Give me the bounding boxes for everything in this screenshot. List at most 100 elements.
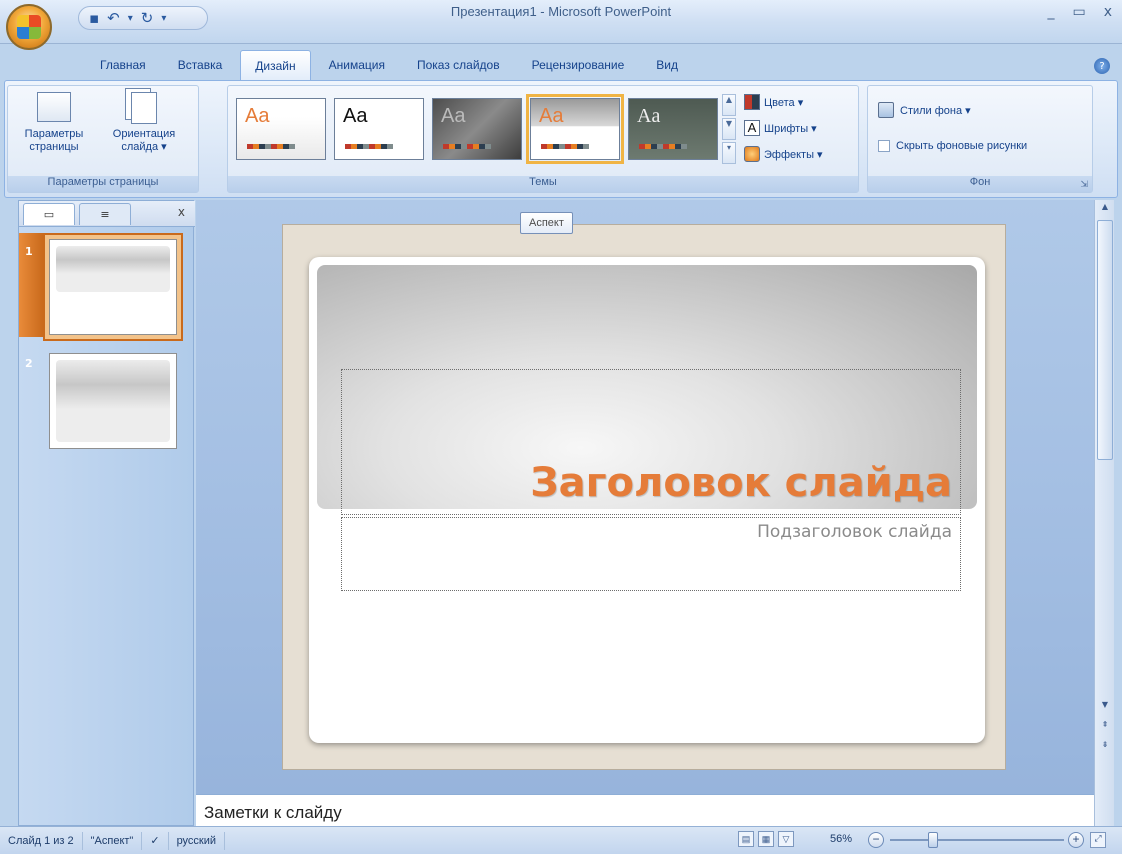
notes-pane[interactable]: Заметки к слайду [196,794,1094,826]
background-styles-label: Стили фона ▾ [900,104,971,117]
close-pane-icon[interactable]: x [178,205,185,219]
theme-colors-strip [639,144,687,149]
theme-name: "Аспект" [83,831,143,850]
tab-view[interactable]: Вид [642,50,692,80]
hide-bg-graphics-label: Скрыть фоновые рисунки [896,140,1028,152]
theme-aa: Aa [245,105,270,127]
minimize-button[interactable]: _ [1047,4,1054,20]
colors-button[interactable]: Цвета ▾ [744,92,803,112]
slide-thumbnail-1[interactable] [49,239,177,335]
title-placeholder[interactable]: Заголовок слайда [341,369,961,515]
scroll-up-icon[interactable]: ▲ [1097,202,1113,216]
theme-tooltip: Аспект [520,212,573,234]
fit-to-window-icon[interactable]: ⤢ [1090,832,1106,848]
redo-icon[interactable]: ↻ [141,9,154,27]
page-setup-button[interactable]: Параметры страницы [14,92,94,170]
scroll-down-icon[interactable]: ▼ [1097,700,1113,714]
scroll-thumb[interactable] [1097,220,1113,460]
theme-thumb-plain[interactable]: Aa [334,98,424,160]
undo-icon[interactable]: ↶ [107,9,120,27]
slides-tab-icon: ▭ [43,208,55,221]
colors-icon [744,94,760,110]
tab-insert[interactable]: Вставка [164,50,237,80]
fonts-button[interactable]: A Шрифты ▾ [744,118,817,138]
tab-slides[interactable]: ▭ [23,203,75,225]
page-setup-label: Параметры страницы [24,128,84,153]
normal-view-icon[interactable]: ▤ [738,831,754,847]
slide-background-frame: Заголовок слайда Подзаголовок слайда [282,224,1006,770]
gallery-up-icon[interactable]: ▲ [722,94,736,116]
next-slide-icon[interactable]: ⇟ [1097,740,1113,754]
slide-canvas[interactable]: Заголовок слайда Подзаголовок слайда [309,257,985,743]
quick-access-toolbar: ▪ ↶ ▾ ↻ ▾ [78,6,208,30]
dialog-launcher-icon[interactable]: ⇲ [1080,180,1088,190]
thumb-band [56,360,170,442]
checkbox-icon [878,140,890,152]
slide-thumbnail-2[interactable] [49,353,177,449]
theme-colors-strip [345,144,393,149]
tab-animation[interactable]: Анимация [315,50,399,80]
sorter-view-icon[interactable]: ▦ [758,831,774,847]
slide-editor: Заголовок слайда Подзаголовок слайда [196,200,1094,794]
background-group-label: Фон [868,176,1092,192]
window-controls: _ ▭ x [1047,4,1112,20]
vertical-scrollbar[interactable]: ▲ ▼ ⇞ ⇟ [1094,200,1114,826]
tab-home[interactable]: Главная [86,50,160,80]
theme-colors-strip [247,144,295,149]
zoom-level[interactable]: 56% [830,833,852,845]
page-setup-group-label: Параметры страницы [8,176,198,192]
spell-check-icon[interactable]: ✓ [142,831,169,850]
effects-button[interactable]: Эффекты ▾ [744,144,823,164]
gallery-more-icon[interactable]: ▾ [722,142,736,164]
subtitle-placeholder[interactable]: Подзаголовок слайда [341,517,961,591]
background-styles-icon [878,102,894,118]
theme-thumb-office[interactable]: Aa [236,98,326,160]
tab-review[interactable]: Рецензирование [518,50,639,80]
slide-title: Заголовок слайда [530,460,952,506]
language[interactable]: русский [169,831,226,850]
orientation-label: Ориентация слайда ▾ [112,128,176,153]
theme-aa: Aa [539,105,564,127]
help-icon[interactable]: ? [1094,58,1110,74]
theme-thumb-dark[interactable]: Aa [432,98,522,160]
maximize-button[interactable]: ▭ [1072,4,1085,20]
customize-qat-icon[interactable]: ▾ [161,13,166,24]
ribbon: Параметры страницы Ориентация слайда ▾ П… [4,80,1118,198]
close-button[interactable]: x [1104,4,1112,20]
slide-orientation-button[interactable]: Ориентация слайда ▾ [104,92,184,170]
theme-aa: Aa [343,105,368,127]
hide-bg-graphics-checkbox[interactable]: Скрыть фоновые рисунки [878,140,1027,152]
notes-placeholder: Заметки к слайду [204,803,342,822]
zoom-slider-knob[interactable] [928,832,938,848]
themes-group-label: Темы [228,176,858,192]
zoom-out-icon[interactable]: − [868,832,884,848]
thumb-band [56,246,170,292]
fonts-label: Шрифты ▾ [764,122,817,135]
slideshow-view-icon[interactable]: ▽ [778,831,794,847]
prev-slide-icon[interactable]: ⇞ [1097,720,1113,734]
pane-tabs: ▭ ≡ x [19,201,195,227]
theme-aa: Aa [637,105,661,127]
tab-outline[interactable]: ≡ [79,203,131,225]
zoom-slider-track[interactable] [890,839,1064,841]
tab-slideshow[interactable]: Показ слайдов [403,50,514,80]
undo-dropdown-icon[interactable]: ▾ [128,13,133,24]
slide-subtitle: Подзаголовок слайда [757,522,952,542]
fonts-icon: A [744,120,760,136]
gallery-down-icon[interactable]: ▼ [722,118,736,140]
zoom-in-icon[interactable]: + [1068,832,1084,848]
theme-thumb-aspect[interactable]: Aa [526,94,624,164]
background-styles-button[interactable]: Стили фона ▾ [878,102,971,118]
slide-count: Слайд 1 из 2 [0,831,83,850]
page-setup-icon [37,92,71,122]
gallery-scroll: ▲ ▼ ▾ [722,94,736,164]
office-button[interactable] [6,4,52,50]
theme-thumb-green[interactable]: Aa [628,98,718,160]
tab-design[interactable]: Дизайн [240,50,311,80]
colors-label: Цвета ▾ [764,96,804,109]
page-setup-group: Параметры страницы Ориентация слайда ▾ П… [7,85,199,193]
background-group: Стили фона ▾ Скрыть фоновые рисунки Фон … [867,85,1093,193]
orientation-icon [131,92,157,124]
save-icon[interactable]: ▪ [89,9,99,27]
slide-number: 2 [25,357,33,370]
